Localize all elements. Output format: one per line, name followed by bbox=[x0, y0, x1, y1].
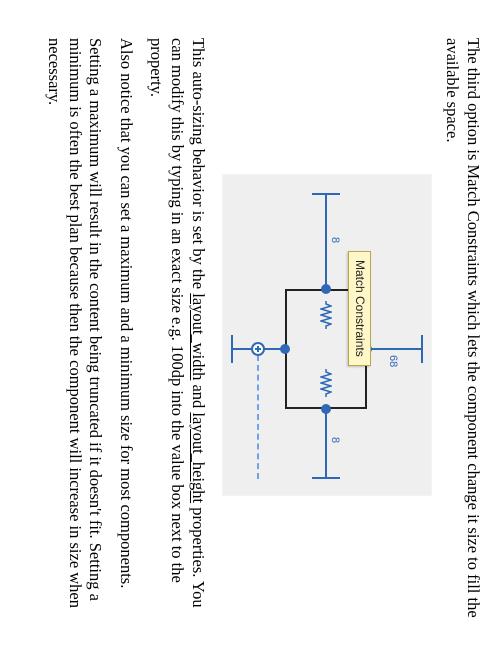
underline-layout-height: layout_height bbox=[189, 412, 208, 503]
text: This auto-sizing behavior is set by the bbox=[189, 38, 208, 293]
constraint-tick-bottom bbox=[231, 335, 233, 363]
paragraph-2: This auto-sizing behavior is set by the … bbox=[146, 38, 208, 632]
spring-left-icon bbox=[320, 301, 332, 329]
paragraph-3: Also notice that you can set a maximum a… bbox=[115, 38, 136, 632]
handle-left bbox=[321, 284, 331, 294]
handle-bottom bbox=[280, 344, 290, 354]
document-page: The third option is Match Constraints wh… bbox=[13, 0, 503, 670]
baseline-dash bbox=[257, 355, 259, 479]
constraint-figure: 68 8 8 Match Constraints bbox=[222, 174, 432, 496]
spring-right-icon bbox=[320, 369, 332, 397]
dim-right: 8 bbox=[327, 437, 341, 443]
dim-left: 8 bbox=[327, 237, 341, 243]
tooltip-match-constraints: Match Constraints bbox=[348, 251, 371, 366]
dim-top: 68 bbox=[385, 355, 399, 367]
constraint-line-right bbox=[325, 409, 327, 479]
handle-right bbox=[321, 404, 331, 414]
text: and bbox=[189, 380, 208, 412]
constraint-tick-left bbox=[312, 193, 340, 195]
baseline-plus-icon bbox=[251, 342, 265, 356]
underline-layout-width: layout_width bbox=[189, 293, 208, 380]
constraint-line-top bbox=[367, 348, 423, 350]
constraint-tick-top bbox=[421, 335, 423, 363]
paragraph-4: Setting a maximum will result in the con… bbox=[43, 38, 105, 632]
constraint-tick-right bbox=[312, 477, 340, 479]
paragraph-1: The third option is Match Constraints wh… bbox=[442, 38, 483, 632]
